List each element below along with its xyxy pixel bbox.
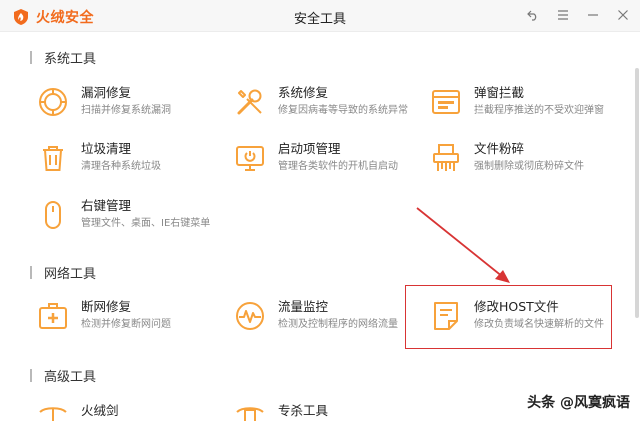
- section-advanced-tools: 高级工具: [30, 366, 96, 385]
- back-button[interactable]: [524, 6, 542, 24]
- tool-desc: 清理各种系统垃圾: [81, 161, 161, 172]
- tool-leak-repair[interactable]: 漏洞修复 扫描并修复系统漏洞: [37, 84, 171, 118]
- trash-icon: [43, 146, 63, 171]
- tool-junk-clean[interactable]: 垃圾清理 清理各种系统垃圾: [37, 140, 161, 174]
- tool-name: 流量监控: [278, 299, 329, 314]
- tool-desc: 检测并修复断网问题: [81, 319, 171, 330]
- annotation-arrow-icon: [416, 207, 510, 283]
- section-marker: [30, 369, 32, 382]
- menu-button[interactable]: [554, 6, 572, 24]
- tool-system-repair[interactable]: 系统修复 修复因病毒等导致的系统异常: [234, 84, 408, 118]
- tool-name: 火绒剑: [81, 403, 119, 418]
- first-aid-icon: [39, 303, 67, 329]
- scrollbar[interactable]: [634, 32, 640, 421]
- tool-desc: 拦截程序推送的不受欢迎弹窗: [474, 105, 604, 116]
- tool-desc: 扫描并修复系统漏洞: [81, 105, 171, 116]
- tool-file-shred[interactable]: 文件粉碎 强制删除或彻底粉碎文件: [430, 140, 584, 174]
- popup-window-icon: [432, 90, 460, 114]
- tool-name: 文件粉碎: [474, 141, 525, 156]
- monitor-power-icon: [236, 146, 264, 171]
- tool-name: 垃圾清理: [81, 141, 132, 156]
- tool-name: 右键管理: [81, 198, 132, 213]
- tool-right-click[interactable]: 右键管理 管理文件、桌面、IE右键菜单: [37, 197, 210, 231]
- annotation-highlight-box: [405, 285, 612, 349]
- tool-name: 专杀工具: [278, 403, 329, 418]
- tool-popup-block[interactable]: 弹窗拦截 拦截程序推送的不受欢迎弹窗: [430, 84, 604, 118]
- tool-net-repair[interactable]: 断网修复 检测并修复断网问题: [37, 298, 171, 332]
- tool-traffic-monitor[interactable]: 流量监控 检测及控制程序的网络流量: [234, 298, 398, 332]
- minimize-button[interactable]: [584, 6, 602, 24]
- tool-desc: 强制删除或彻底粉碎文件: [474, 161, 584, 172]
- tool-name: 断网修复: [81, 299, 132, 314]
- shield-icon: [39, 88, 67, 116]
- tool-desc: 管理文件、桌面、IE右键菜单: [81, 218, 211, 229]
- mouse-icon: [45, 201, 61, 229]
- section-title: 系统工具: [44, 52, 97, 67]
- tool-name: 启动项管理: [278, 141, 341, 156]
- section-title: 高级工具: [44, 370, 97, 385]
- tool-icon: [236, 407, 264, 421]
- close-icon: [618, 10, 628, 20]
- sword-icon: [39, 407, 67, 421]
- window-controls: [524, 6, 632, 24]
- tool-startup-manage[interactable]: 启动项管理 管理各类软件的开机自启动: [234, 140, 398, 174]
- section-marker: [30, 266, 32, 279]
- minimize-icon: [588, 14, 598, 16]
- wrench-screwdriver-icon: [237, 89, 262, 115]
- menu-icon: [558, 10, 568, 20]
- section-title: 网络工具: [44, 267, 97, 282]
- title-bar: 火绒安全 安全工具: [0, 0, 640, 32]
- back-icon: [527, 10, 537, 21]
- section-network-tools: 网络工具: [30, 263, 96, 282]
- scrollbar-thumb[interactable]: [635, 68, 639, 318]
- watermark: 头条 @风寞疯语: [527, 395, 630, 411]
- tool-desc: 检测及控制程序的网络流量: [278, 319, 398, 330]
- section-system-tools: 系统工具: [30, 48, 96, 67]
- close-button[interactable]: [614, 6, 632, 24]
- gauge-icon: [236, 302, 264, 330]
- tool-advanced-2[interactable]: 专杀工具: [234, 402, 328, 421]
- tool-desc: 管理各类软件的开机自启动: [278, 161, 398, 172]
- shredder-icon: [433, 144, 459, 171]
- tool-name: 漏洞修复: [81, 85, 132, 100]
- tool-name: 弹窗拦截: [474, 85, 525, 100]
- tool-desc: 修复因病毒等导致的系统异常: [278, 105, 408, 116]
- tool-advanced-1[interactable]: 火绒剑: [37, 402, 119, 421]
- section-marker: [30, 51, 32, 64]
- tool-name: 系统修复: [278, 85, 329, 100]
